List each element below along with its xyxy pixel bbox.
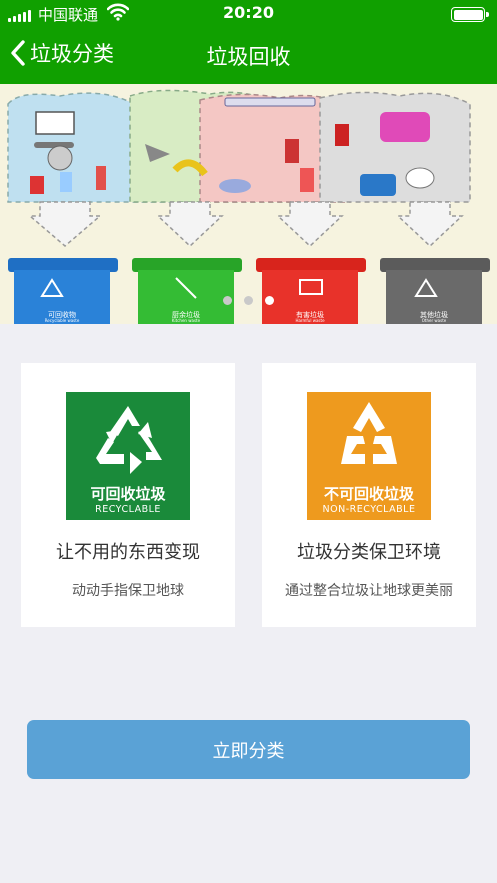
banner-image (0, 84, 497, 324)
navigation-bar: 垃圾分类 垃圾回收 (0, 28, 497, 84)
recycle-icon (96, 406, 162, 474)
classify-now-button[interactable]: 立即分类 (27, 720, 470, 779)
recyclable-logo-name: 可回收垃圾 (90, 485, 166, 503)
card-headline: 让不用的东西变现 (56, 542, 200, 563)
bin-label-en: Harmful waste (295, 318, 325, 323)
bin-label-en: Recyclable waste (44, 318, 80, 323)
status-bar: 中国联通 20:20 (0, 0, 497, 28)
card-headline: 垃圾分类保卫环境 (297, 542, 441, 563)
recyclable-logo: 可回收垃圾 RECYCLABLE (66, 392, 190, 520)
non-recyclable-logo-en: NON-RECYCLABLE (322, 504, 416, 515)
carousel-dot[interactable] (223, 296, 232, 305)
carousel-dot-active[interactable] (265, 296, 274, 305)
non-recyclable-card[interactable]: 不可回收垃圾 NON-RECYCLABLE 垃圾分类保卫环境 通过整合垃圾让地球… (262, 363, 476, 627)
non-recyclable-logo: 不可回收垃圾 NON-RECYCLABLE (307, 392, 431, 520)
card-subtitle: 动动手指保卫地球 (72, 583, 184, 599)
banner-carousel[interactable]: 可回收物 Recyclable waste 厨余垃圾 Kitchen waste… (0, 84, 497, 324)
carousel-dot[interactable] (244, 296, 253, 305)
clock: 20:20 (223, 3, 274, 22)
recyclable-logo-en: RECYCLABLE (95, 504, 161, 515)
bin-label-en: Other waste (421, 318, 447, 323)
card-subtitle: 通过整合垃圾让地球更美丽 (285, 583, 453, 599)
bin-label-en: Kitchen waste (171, 318, 201, 323)
non-recyclable-icon (341, 402, 397, 464)
page-title: 垃圾回收 (206, 45, 291, 69)
non-recyclable-logo-name: 不可回收垃圾 (323, 485, 414, 503)
recyclable-card[interactable]: 可回收垃圾 RECYCLABLE 让不用的东西变现 动动手指保卫地球 (21, 363, 235, 627)
battery-full-icon (451, 7, 489, 22)
carousel-pagination (0, 296, 497, 305)
